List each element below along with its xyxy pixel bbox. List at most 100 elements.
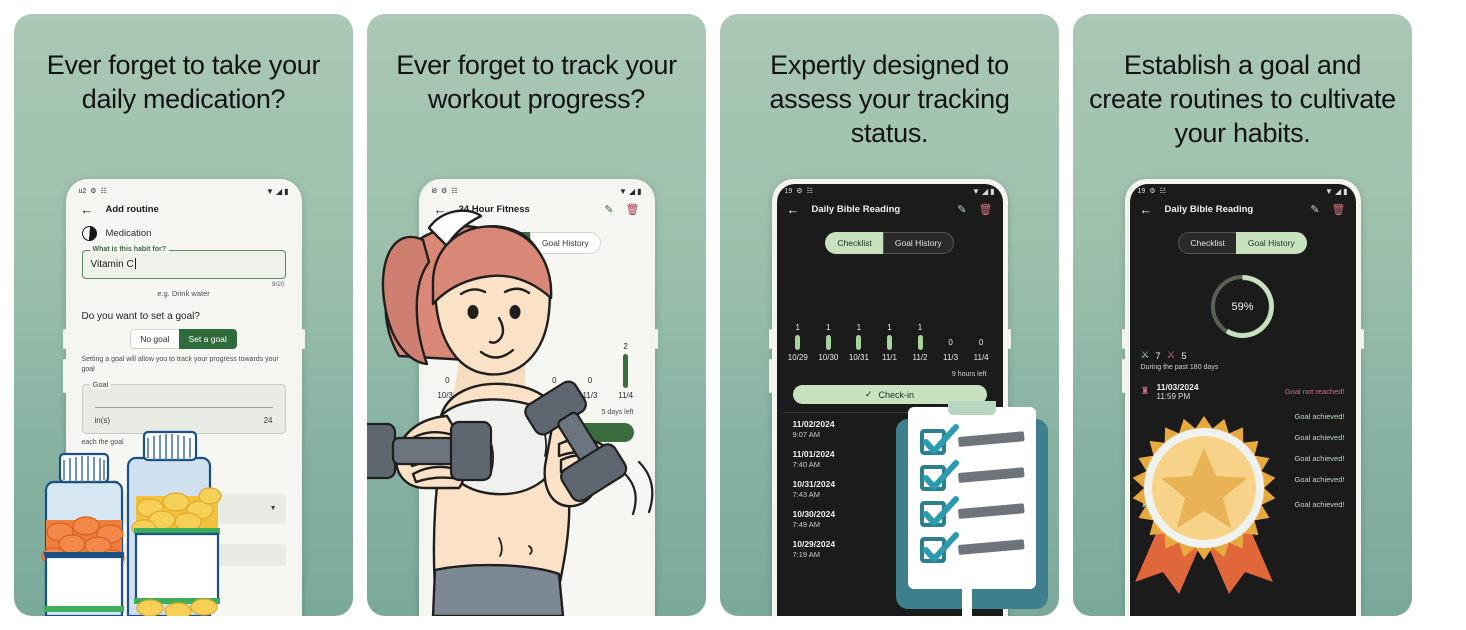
- page-title: Daily Bible Reading: [811, 203, 901, 215]
- habit-type-label: Medication: [105, 228, 152, 239]
- history-date: 11/01/2024: [792, 449, 835, 459]
- tab-goal-history[interactable]: Goal History: [529, 232, 601, 254]
- edit-icon[interactable]: ✎: [1310, 203, 1319, 216]
- trash-icon[interactable]: 🗑: [626, 203, 640, 216]
- gear-icon: ⚙: [90, 188, 97, 195]
- history-time: 7:40 AM: [792, 460, 821, 469]
- back-icon[interactable]: ←: [787, 203, 800, 216]
- status-badge: Goal achieved!: [1294, 433, 1345, 442]
- goal-note: Setting a goal will allow you to track y…: [81, 356, 279, 373]
- chart-bars: 1 1 1 1 1 0 0: [783, 304, 997, 350]
- phone-mockup-2: i8 ⚙ ☷ ▼ ◢ ▮ ← 24 Hour Fitness ✎ 🗑 Check…: [415, 179, 658, 616]
- tab-checklist[interactable]: Checklist: [825, 232, 883, 254]
- status-bar: 19 ⚙ ☷ ▼ ◢ ▮: [1130, 184, 1356, 196]
- phone-mockup-1: u2 ⚙ ☷ ▼ ◢ ▮ ← Add routine Medication Wh…: [62, 179, 305, 616]
- recurring-chip[interactable]: ecurring: [132, 458, 180, 475]
- goal-segmented-control: No goal Set a goal: [71, 329, 297, 349]
- habit-name-input[interactable]: What is this habit for? Vitamin C: [81, 246, 286, 279]
- time-left-label: 9 hours left: [951, 371, 987, 378]
- list-item[interactable]: 10/29/2024 7:19 AM: [793, 539, 987, 559]
- wifi-icon: ▼: [619, 186, 627, 196]
- chart-x-label: 11/2: [546, 391, 562, 400]
- chart-bar: [886, 335, 892, 350]
- progress-ring: 59%: [1211, 275, 1274, 338]
- signal-icon: ◢: [275, 186, 283, 196]
- chart-bar-column: 0: [575, 376, 605, 388]
- chart-bar-value: 0: [516, 376, 521, 385]
- table-row[interactable]: ♜ 10/29/2024 11:59 PM Goal achieved!: [1130, 490, 1356, 519]
- chart-bar-column: 1: [783, 323, 813, 350]
- table-row[interactable]: ♜Goal achieved!: [1130, 427, 1356, 448]
- trash-icon[interactable]: 🗑: [1332, 203, 1346, 216]
- chart-x-label: 11/2: [912, 353, 928, 362]
- checkin-label: Check-in: [878, 389, 915, 400]
- phone-mockup-3: 19 ⚙ ☷ ▼ ◢ ▮ ← Daily Bible Reading ✎ 🗑 C…: [768, 179, 1011, 616]
- status-time: 19: [784, 187, 793, 195]
- frequency-select[interactable]: ▼: [81, 494, 286, 524]
- table-row[interactable]: ♜Goal achieved!: [1130, 406, 1356, 427]
- habit-name-legend: What is this habit for?: [89, 246, 169, 253]
- medal-achieved-icon: ♜: [1140, 499, 1150, 510]
- list-item[interactable]: 10/30/2024 7:49 AM: [793, 509, 987, 529]
- tab-goal-history[interactable]: Goal History: [1235, 232, 1307, 254]
- checkin-bar-chart: 1111100 10/29 10/30 10/31 11/1 11/2 11/3 11/4 …: [777, 304, 1003, 569]
- chart-x-label: 11/1: [511, 391, 527, 400]
- signal-icon: ◢: [628, 186, 636, 196]
- goal-input-box[interactable]: Goal in(s) 24: [81, 380, 286, 434]
- gear-icon: ⚙: [440, 188, 448, 195]
- edit-icon[interactable]: ✎: [957, 203, 966, 216]
- start-date-field[interactable]: art date: [81, 544, 286, 566]
- chart-bar: [825, 335, 831, 350]
- list-item[interactable]: 11/02/2024 9:07 AM: [793, 419, 987, 439]
- history-date: 10/31/2024: [792, 479, 836, 489]
- chart-bar-column: 0: [468, 376, 498, 388]
- phone-side-button: [1121, 359, 1125, 393]
- edit-icon[interactable]: ✎: [604, 203, 613, 216]
- trash-icon[interactable]: 🗑: [979, 203, 993, 216]
- chart-bar-column: 1: [874, 323, 904, 350]
- back-icon[interactable]: ←: [434, 203, 447, 216]
- chart-x-labels: 10/29 10/30 10/31 11/1 11/2 11/3 11/4: [783, 353, 997, 362]
- list-item[interactable]: 10/31/2024 7:43 AM: [793, 479, 987, 499]
- page-title: Daily Bible Reading: [1164, 203, 1254, 215]
- checkin-button[interactable]: ✓ Check-in: [792, 385, 987, 404]
- dnd-icon: ☷: [451, 188, 458, 195]
- checkin-label: Check-in: [525, 427, 562, 438]
- chart-bar-value: 1: [917, 323, 923, 332]
- chart-bar-column: 1: [905, 323, 935, 350]
- phone-mockup-4: 19 ⚙ ☷ ▼ ◢ ▮ ← Daily Bible Reading ✎ 🗑 C…: [1121, 179, 1364, 616]
- chart-x-label: 10/31: [848, 353, 869, 362]
- chart-bar-column: 2: [611, 342, 641, 388]
- chart-x-labels: 10/30 10/31 11/1 11/2 11/3 11/4: [430, 391, 644, 400]
- chart-bar-value: 1: [795, 323, 800, 332]
- progress-percent: 59%: [1231, 300, 1254, 313]
- app-bar: ← Add routine: [71, 196, 297, 222]
- status-bar: i8 ⚙ ☷ ▼ ◢ ▮: [424, 184, 650, 196]
- chart-bar: [795, 335, 801, 350]
- list-item[interactable]: 11/01/2024 7:40 AM: [793, 449, 987, 469]
- phone-side-button: [62, 329, 66, 349]
- back-icon[interactable]: ←: [81, 203, 94, 216]
- promo-panel-3: Expertly designed to assess your trackin…: [720, 14, 1059, 616]
- table-row[interactable]: ♜ 11/03/2024 11:59 PM Goal not reached!: [1130, 377, 1356, 406]
- tab-checklist[interactable]: Checklist: [1178, 232, 1236, 254]
- checkin-button[interactable]: ✓ Check-in: [439, 423, 634, 442]
- tab-goal-history[interactable]: Goal History: [882, 232, 954, 254]
- chart-x-label: 11/4: [973, 353, 989, 362]
- chart-bar-column: 0: [936, 338, 966, 350]
- signal-icon: ◢: [981, 186, 989, 196]
- battery-icon: ▮: [990, 186, 995, 196]
- promo-panel-4: Establish a goal and create routines to …: [1073, 14, 1412, 616]
- chart-x-label: 10/30: [818, 353, 839, 362]
- chart-bar-value: 1: [887, 323, 892, 332]
- habit-type-row: Medication: [71, 222, 297, 247]
- chart-x-label: 11/3: [582, 391, 598, 400]
- tab-checklist[interactable]: Checklist: [472, 232, 530, 254]
- set-a-goal-button[interactable]: Set a goal: [178, 329, 237, 349]
- table-row[interactable]: ♜Goal achieved!: [1130, 448, 1356, 469]
- goal-slider[interactable]: [94, 407, 273, 408]
- phone-screen: i8 ⚙ ☷ ▼ ◢ ▮ ← 24 Hour Fitness ✎ 🗑 Check…: [423, 184, 650, 616]
- no-goal-button[interactable]: No goal: [130, 329, 179, 349]
- back-icon[interactable]: ←: [1140, 203, 1153, 216]
- table-row[interactable]: ♜Goal achieved!: [1130, 469, 1356, 490]
